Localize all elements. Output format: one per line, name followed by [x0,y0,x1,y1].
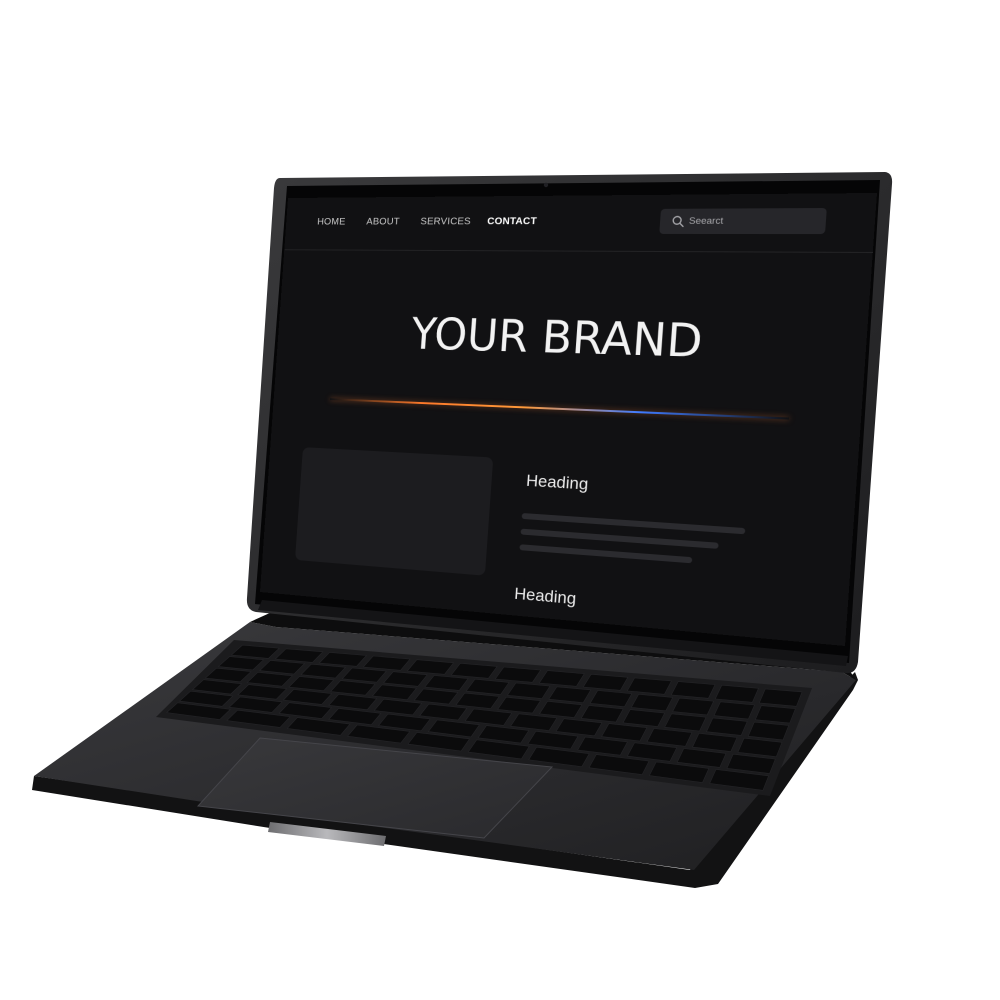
content-heading-2: Heading [513,584,577,609]
nav-contact-link[interactable]: CONTACT [487,215,537,227]
top-navigation: HOME ABOUT SERVICES CONTACT Seearct [284,193,877,254]
search-placeholder: Seearct [688,215,724,227]
keyboard-key [713,701,755,720]
content-heading-1: Heading [525,471,589,494]
hero-divider [329,398,789,420]
camera-dot [543,182,549,188]
keyboard-key [754,705,796,724]
hero-title: YOUR BRAND [409,308,705,368]
search-icon [671,215,685,228]
nav-about-link[interactable]: ABOUT [366,216,400,227]
keyboard-key [714,684,759,703]
search-input[interactable]: Seearct [659,208,827,235]
keyboard-key [672,697,715,716]
nav-home-link[interactable]: HOME [317,216,346,227]
image-placeholder [294,447,494,576]
keyboard-key [758,688,803,707]
keyboard-key [670,681,716,699]
text-placeholder-line [519,544,693,564]
nav-services-link[interactable]: SERVICES [420,216,471,228]
product-mockup: HOME ABOUT SERVICES CONTACT Seearct YOUR… [0,0,1000,1000]
website-screen: HOME ABOUT SERVICES CONTACT Seearct YOUR… [260,193,877,646]
